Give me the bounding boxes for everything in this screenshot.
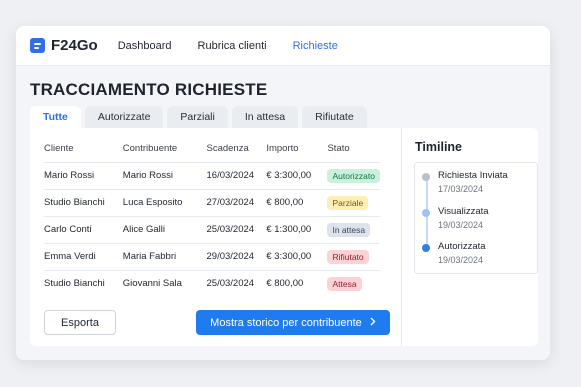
cell-importo: € 800,00	[266, 189, 328, 217]
cell-cliente: Studio Bianchi	[44, 278, 105, 290]
panel-divider	[401, 128, 402, 346]
timeline: Richiesta Inviata 17/03/2024 Visualizzat…	[414, 162, 538, 274]
timeline-title: Timiline	[415, 140, 463, 154]
cell-contribuente: Alice Galli	[122, 216, 207, 244]
cell-cliente: Studio Bianchi	[44, 189, 123, 217]
cell-scadenza: 27/03/2024	[206, 189, 267, 217]
column-header-stato[interactable]: Stato	[327, 136, 380, 163]
table-row[interactable]: Emma Verdi Maria Fabbri 29/03/2024 € 3:3…	[44, 243, 380, 271]
column-header-contribuente[interactable]: Contribuente	[122, 136, 207, 163]
show-history-label: Mostra storico per contribuente	[210, 316, 362, 329]
cell-importo: € 800,00	[266, 278, 304, 290]
column-header-importo[interactable]: Importo	[266, 136, 328, 163]
timeline-dot-icon	[422, 244, 430, 252]
cell-importo: € 1:300,00	[266, 216, 328, 244]
cell-importo: € 3:300,00	[266, 162, 328, 190]
cell-scadenza: 16/03/2024	[206, 162, 267, 190]
cell-scadenza: 29/03/2024	[206, 243, 267, 271]
cell-cliente: Emma Verdi	[44, 243, 123, 271]
cell-scadenza: 25/03/2024	[206, 216, 267, 244]
status-badge: In attesa	[327, 222, 371, 237]
cell-contribuente: Maria Fabbri	[122, 243, 207, 271]
requests-table: Cliente Contribuente Scadenza Importo St…	[44, 136, 380, 297]
status-badge: Attesa	[327, 276, 362, 291]
nav-dashboard[interactable]: Dashboard	[118, 40, 172, 52]
nav-richieste[interactable]: Richieste	[293, 40, 338, 52]
timeline-dot-icon	[422, 173, 430, 181]
main-panel: Cliente Contribuente Scadenza Importo St…	[30, 128, 538, 346]
cell-contribuente: Luca Esposito	[122, 189, 207, 217]
timeline-item-date: 19/03/2024	[438, 255, 484, 265]
nav-rubrica-clienti[interactable]: Rubrica clienti	[198, 40, 267, 52]
tab-autorizzate[interactable]: Autorizzate	[84, 106, 164, 128]
table-row[interactable]: Studio Bianchi Luca Esposito 27/03/2024 …	[44, 189, 380, 217]
cell-cliente: Mario Rossi	[44, 162, 123, 190]
app-name: F24Go	[51, 37, 98, 54]
app-logo[interactable]: F24Go	[30, 37, 98, 54]
logo-icon	[30, 38, 45, 53]
cell-contribuente: Mario Rossi	[122, 162, 207, 190]
timeline-item-date: 19/03/2024	[438, 220, 484, 230]
status-badge: Autorizzato	[327, 168, 380, 183]
column-header-cliente[interactable]: Cliente	[44, 136, 123, 163]
timeline-item-label: Visualizzata	[438, 206, 489, 217]
timeline-item-label: Richiesta Inviata	[438, 170, 508, 181]
status-tabs: Tutte Autorizzate Parziali In attesa Rif…	[30, 106, 371, 128]
cell-scadenza: 25/03/2024	[206, 278, 255, 290]
cell-contribuente: Giovanni Sala	[122, 278, 182, 290]
cell-importo: € 3:300,00	[266, 243, 328, 271]
column-header-scadenza[interactable]: Scadenza	[206, 136, 267, 163]
timeline-item-label: Autorizzata	[438, 241, 486, 252]
page-title: TRACCIAMENTO RICHIESTE	[30, 80, 268, 99]
table-row[interactable]: Studio Bianchi Giovanni Sala 25/03/2024 …	[44, 270, 380, 297]
tab-parziali[interactable]: Parziali	[167, 106, 228, 128]
cell-cliente: Carlo Conti	[44, 216, 123, 244]
table-row[interactable]: Carlo Conti Alice Galli 25/03/2024 € 1:3…	[44, 216, 380, 244]
chevron-right-icon	[370, 317, 376, 329]
tab-in-attesa[interactable]: In attesa	[231, 106, 299, 128]
show-history-button[interactable]: Mostra storico per contribuente	[196, 310, 390, 335]
tab-tutte[interactable]: Tutte	[30, 106, 81, 128]
table-header-row: Cliente Contribuente Scadenza Importo St…	[44, 136, 380, 163]
status-badge: Parziale	[327, 195, 369, 210]
status-badge: Rifiutato	[327, 249, 369, 264]
tab-rifiutate[interactable]: Rifiutate	[302, 106, 367, 128]
export-button[interactable]: Esporta	[44, 310, 116, 335]
timeline-dot-icon	[422, 209, 430, 217]
top-navigation: F24Go Dashboard Rubrica clienti Richiest…	[16, 26, 550, 66]
timeline-item-date: 17/03/2024	[438, 184, 484, 194]
table-row[interactable]: Mario Rossi Mario Rossi 16/03/2024 € 3:3…	[44, 162, 380, 190]
app-window: F24Go Dashboard Rubrica clienti Richiest…	[16, 26, 550, 360]
